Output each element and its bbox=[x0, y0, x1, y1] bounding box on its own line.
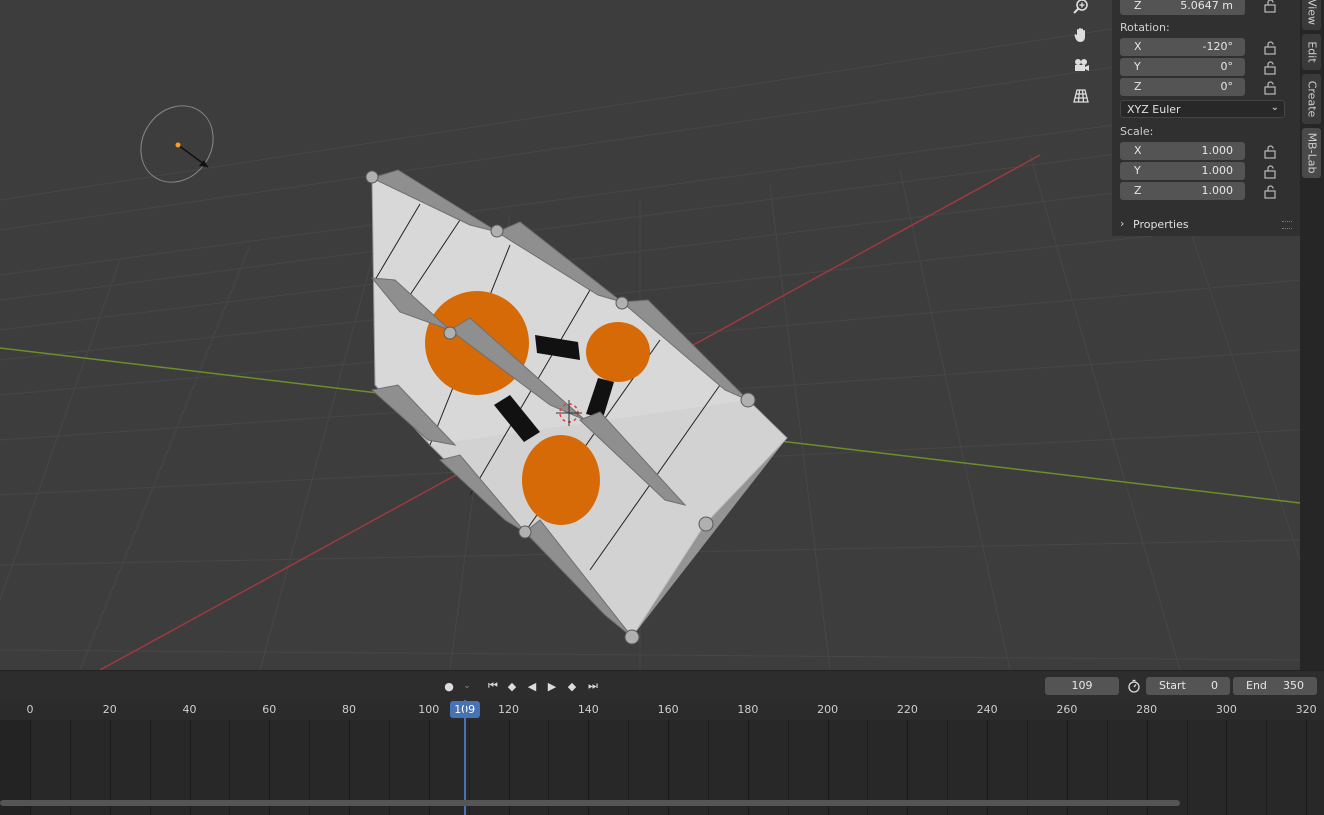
ruler-tick-label: 300 bbox=[1215, 703, 1237, 716]
ruler-tick-label: 80 bbox=[342, 703, 357, 716]
rotation-x-field[interactable]: X -120° bbox=[1120, 38, 1245, 56]
axis-label: Z bbox=[1134, 184, 1142, 197]
current-frame-value: 109 bbox=[1071, 679, 1093, 692]
end-label: End bbox=[1246, 679, 1267, 692]
ruler-tick-label: 60 bbox=[262, 703, 277, 716]
lock-icon[interactable] bbox=[1263, 165, 1279, 179]
end-value: 350 bbox=[1283, 679, 1304, 692]
grid-ortho-icon[interactable] bbox=[1068, 83, 1094, 109]
tab-mb-lab[interactable]: MB-Lab bbox=[1302, 128, 1321, 178]
ruler-tick-label: 20 bbox=[102, 703, 117, 716]
ruler-tick-label: 160 bbox=[657, 703, 679, 716]
frame-gridline bbox=[1226, 720, 1228, 815]
playhead-line[interactable] bbox=[463, 700, 466, 815]
lock-icon[interactable] bbox=[1263, 185, 1279, 199]
field-value: 0° bbox=[1220, 80, 1234, 93]
rotation-y-field[interactable]: Y 0° bbox=[1120, 58, 1245, 76]
start-frame-field[interactable]: Start 0 bbox=[1146, 677, 1230, 695]
location-z-field[interactable]: Z 5.0647 m bbox=[1120, 0, 1245, 15]
scale-z-field[interactable]: Z 1.000 bbox=[1120, 182, 1245, 200]
end-frame-field[interactable]: End 350 bbox=[1233, 677, 1317, 695]
light-object bbox=[140, 105, 214, 183]
ruler-tick-label: 100 bbox=[418, 703, 440, 716]
properties-label: Properties bbox=[1133, 218, 1189, 231]
ruler-tick-label: 120 bbox=[498, 703, 520, 716]
field-value: 1.000 bbox=[1201, 184, 1234, 197]
ruler-tick-label: 240 bbox=[976, 703, 998, 716]
ruler-tick-label: 200 bbox=[817, 703, 839, 716]
camera-icon[interactable] bbox=[1068, 53, 1094, 79]
chevron-down-icon[interactable]: ⌄ bbox=[458, 677, 476, 695]
frame-ruler[interactable]: 0 20 40 60 80 100 120 140 160 180 200 220 240 260 280 3… bbox=[0, 700, 1324, 720]
ruler-tick-label: 40 bbox=[182, 703, 197, 716]
record-icon[interactable]: ● bbox=[440, 677, 458, 695]
hand-pan-icon[interactable] bbox=[1068, 22, 1094, 48]
tab-view[interactable]: View bbox=[1302, 0, 1321, 30]
chevron-right-icon: › bbox=[1120, 217, 1125, 230]
tab-create[interactable]: Create bbox=[1302, 74, 1321, 124]
field-value: 5.0647 m bbox=[1180, 0, 1233, 12]
properties-subpanel-header[interactable]: › Properties bbox=[1120, 216, 1292, 234]
current-frame-field[interactable]: 109 bbox=[1045, 677, 1119, 695]
axis-label: Y bbox=[1134, 164, 1141, 177]
sidebar-tabs: View Edit Create MB-Lab bbox=[1300, 0, 1324, 670]
tab-label: View bbox=[1305, 0, 1318, 26]
tab-label: MB-Lab bbox=[1305, 132, 1318, 174]
stopwatch-icon[interactable] bbox=[1125, 677, 1143, 695]
field-value: -120° bbox=[1202, 40, 1233, 53]
ruler-tick-label: 220 bbox=[896, 703, 918, 716]
start-label: Start bbox=[1159, 679, 1186, 692]
lock-icon[interactable] bbox=[1263, 61, 1279, 75]
field-value: 1.000 bbox=[1201, 144, 1234, 157]
ruler-tick-label: 140 bbox=[577, 703, 599, 716]
jump-start-icon[interactable]: ⏮ bbox=[484, 677, 502, 695]
frame-gridline bbox=[1186, 720, 1188, 815]
tab-edit[interactable]: Edit bbox=[1302, 34, 1321, 70]
prev-keyframe-icon[interactable]: ◆ bbox=[503, 677, 521, 695]
lock-icon[interactable] bbox=[1263, 41, 1279, 55]
rotation-z-field[interactable]: Z 0° bbox=[1120, 78, 1245, 96]
drag-grip-icon[interactable] bbox=[1282, 221, 1292, 229]
tab-label: Create bbox=[1305, 80, 1318, 118]
lock-icon[interactable] bbox=[1263, 145, 1279, 159]
start-value: 0 bbox=[1211, 679, 1218, 692]
play-icon[interactable]: ▶ bbox=[543, 677, 561, 695]
ruler-tick-label: 180 bbox=[737, 703, 759, 716]
field-value: 0° bbox=[1220, 60, 1234, 73]
jump-end-icon[interactable]: ⏭ bbox=[584, 677, 602, 695]
axis-label: Z bbox=[1134, 80, 1142, 93]
scale-y-field[interactable]: Y 1.000 bbox=[1120, 162, 1245, 180]
lock-icon[interactable] bbox=[1263, 0, 1279, 13]
axis-label: Y bbox=[1134, 60, 1141, 73]
ruler-tick-label: 320 bbox=[1295, 703, 1317, 716]
3d-viewport[interactable]: Z 5.0647 m Rotation: X -120° Y 0° Z 0° X… bbox=[0, 0, 1324, 670]
ruler-tick-label: 0 bbox=[26, 703, 34, 716]
rotation-mode-dropdown[interactable]: XYZ Euler ⌄ bbox=[1120, 100, 1285, 118]
play-reverse-icon[interactable]: ◀ bbox=[523, 677, 541, 695]
ruler-tick-label: 280 bbox=[1136, 703, 1158, 716]
next-keyframe-icon[interactable]: ◆ bbox=[563, 677, 581, 695]
timeline-header: ● ⌄ ⏮ ◆ ◀ ▶ ◆ ⏭ 109 Start 0 End 350 bbox=[0, 670, 1324, 700]
axis-label: X bbox=[1134, 144, 1142, 157]
rotation-mode-value: XYZ Euler bbox=[1127, 103, 1181, 116]
frame-gridline bbox=[1266, 720, 1268, 815]
chevron-down-icon: ⌄ bbox=[1270, 102, 1279, 113]
scale-label: Scale: bbox=[1120, 125, 1154, 138]
tab-label: Edit bbox=[1305, 41, 1318, 63]
scale-x-field[interactable]: X 1.000 bbox=[1120, 142, 1245, 160]
lock-icon[interactable] bbox=[1263, 81, 1279, 95]
axis-label: X bbox=[1134, 40, 1142, 53]
field-value: 1.000 bbox=[1201, 164, 1234, 177]
axis-label: Z bbox=[1134, 0, 1142, 12]
rotation-label: Rotation: bbox=[1120, 21, 1170, 34]
horizontal-scrollbar[interactable] bbox=[0, 800, 1180, 806]
transform-panel: Z 5.0647 m Rotation: X -120° Y 0° Z 0° X… bbox=[1112, 0, 1300, 236]
ruler-tick-label: 260 bbox=[1056, 703, 1078, 716]
frame-gridline bbox=[1306, 720, 1308, 815]
